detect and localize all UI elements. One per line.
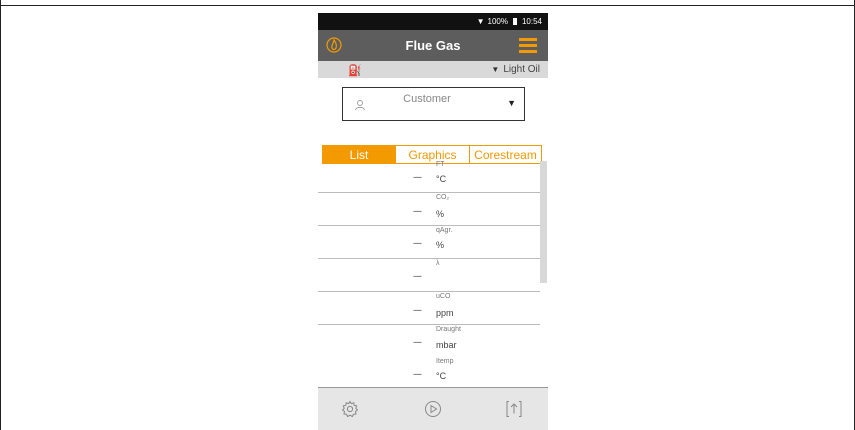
measurement-list[interactable]: ---- FT °C ---- CO₂ % ---- qAgr. % ---- … [318, 158, 548, 389]
battery-percent: 100% [487, 17, 508, 26]
battery-icon [512, 18, 517, 25]
bottom-toolbar [318, 387, 548, 430]
measurement-unit: °C [436, 174, 447, 184]
chevron-down-icon: ▼ [507, 98, 516, 108]
menu-icon[interactable] [519, 38, 537, 53]
fuel-selector[interactable]: ▼ Light Oil [491, 64, 540, 75]
dropdown-triangle-icon: ▼ [491, 65, 500, 74]
measurement-value: ---- [413, 369, 422, 379]
measurement-param: uCO [436, 293, 451, 300]
fuel-label: Light Oil [503, 64, 540, 75]
measurement-param: qAgr. [436, 227, 453, 234]
export-icon[interactable] [505, 400, 523, 418]
measurement-param: CO₂ [436, 194, 450, 201]
measurement-unit: % [436, 240, 445, 250]
measurement-value: ---- [413, 337, 422, 347]
list-item: ---- Draught mbar [318, 325, 540, 357]
measurement-value: ---- [413, 271, 422, 281]
frame-left-border [0, 0, 1, 430]
status-bar: ▼ 100% 10:54 [318, 13, 548, 30]
measurement-param: FT [436, 161, 445, 168]
measurement-param: Draught [436, 326, 461, 333]
measurement-value: ---- [413, 172, 422, 182]
list-item: ---- λ [318, 259, 540, 292]
flame-icon[interactable] [326, 37, 342, 53]
clipped-heading [118, 0, 638, 5]
fuel-icon: ⛽ [348, 65, 362, 77]
page-title: Flue Gas [405, 38, 461, 53]
customer-select[interactable]: Customer ▼ [342, 87, 525, 121]
measurement-value: ---- [413, 305, 422, 315]
list-item: ---- FT °C [318, 158, 540, 191]
customer-placeholder: Customer [403, 93, 451, 105]
measurement-unit: % [436, 209, 445, 219]
list-item: ---- CO₂ % [318, 193, 540, 226]
app-bar: Flue Gas [318, 30, 548, 61]
list-item: ---- Itemp °C [318, 357, 540, 387]
measurement-unit: ppm [436, 308, 454, 318]
measurement-value: ---- [413, 238, 422, 248]
gear-icon[interactable] [341, 400, 359, 418]
list-item: ---- uCO ppm [318, 292, 540, 324]
measurement-unit: mbar [436, 340, 457, 350]
phone-screen: ▼ 100% 10:54 Flue Gas ⛽ ▼ Light Oil Custo… [318, 13, 548, 430]
list-scrollbar[interactable] [540, 161, 547, 283]
fuel-bar[interactable]: ⛽ ▼ Light Oil [318, 61, 548, 78]
measurement-unit: °C [436, 371, 447, 381]
list-item: ---- qAgr. % [318, 226, 540, 258]
measurement-param: λ [436, 260, 440, 267]
play-circle-icon[interactable] [424, 400, 442, 418]
wifi-icon: ▼ [476, 17, 485, 26]
clock: 10:54 [521, 17, 542, 26]
measurement-value: ---- [413, 206, 422, 216]
measurement-param: Itemp [436, 358, 454, 365]
